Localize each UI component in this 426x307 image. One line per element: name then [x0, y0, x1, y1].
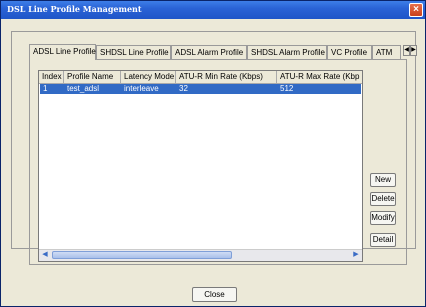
- table-header: Index Profile Name Latency Mode ATU-R Mi…: [39, 71, 362, 84]
- title-bar[interactable]: DSL Line Profile Management ×: [1, 1, 425, 19]
- column-atu-r-min-rate[interactable]: ATU-R Min Rate (Kbps): [176, 71, 277, 83]
- tab-scroll-arrows: ◀ ▶: [403, 45, 417, 57]
- column-profile-name[interactable]: Profile Name: [64, 71, 121, 83]
- table-row[interactable]: 1 test_adsl interleave 32 512: [40, 84, 361, 94]
- tab-adsl-line-profile[interactable]: ADSL Line Profile: [29, 44, 96, 60]
- cell-min-rate: 32: [179, 84, 188, 93]
- cell-max-rate: 512: [280, 84, 294, 93]
- close-button[interactable]: Close: [192, 287, 237, 302]
- scroll-left-icon[interactable]: ◀: [40, 250, 50, 260]
- window-title: DSL Line Profile Management: [7, 4, 142, 14]
- tab-shdsl-alarm-profile[interactable]: SHDSL Alarm Profile: [247, 45, 327, 59]
- cell-latency-mode: interleave: [124, 84, 159, 93]
- tab-vc-profile[interactable]: VC Profile: [327, 45, 372, 59]
- column-latency-mode[interactable]: Latency Mode: [121, 71, 176, 83]
- tab-strip: ADSL Line Profile SHDSL Line Profile ADS…: [29, 44, 401, 60]
- delete-button[interactable]: Delete: [370, 192, 396, 206]
- detail-button[interactable]: Detail: [370, 233, 396, 247]
- column-atu-r-max-rate[interactable]: ATU-R Max Rate (Kbp: [277, 71, 362, 83]
- tab-scroll-right-icon[interactable]: ▶: [410, 45, 417, 56]
- tab-scroll-left-icon[interactable]: ◀: [403, 45, 410, 56]
- tab-adsl-alarm-profile[interactable]: ADSL Alarm Profile: [171, 45, 247, 59]
- column-index[interactable]: Index: [39, 71, 64, 83]
- cell-profile-name: test_adsl: [67, 84, 100, 93]
- dsl-line-profile-window: DSL Line Profile Management × ADSL Line …: [0, 0, 426, 307]
- modify-button[interactable]: Modify: [370, 211, 396, 225]
- tab-atm[interactable]: ATM: [372, 45, 401, 59]
- new-button[interactable]: New: [370, 173, 396, 187]
- scroll-right-icon[interactable]: ▶: [351, 250, 361, 260]
- cell-index: 1: [43, 84, 48, 93]
- window-close-button[interactable]: ×: [409, 3, 423, 17]
- tab-shdsl-line-profile[interactable]: SHDSL Line Profile: [96, 45, 171, 59]
- scrollbar-thumb[interactable]: [52, 251, 232, 259]
- profile-table: Index Profile Name Latency Mode ATU-R Mi…: [38, 70, 363, 262]
- horizontal-scrollbar[interactable]: ◀ ▶: [39, 249, 362, 261]
